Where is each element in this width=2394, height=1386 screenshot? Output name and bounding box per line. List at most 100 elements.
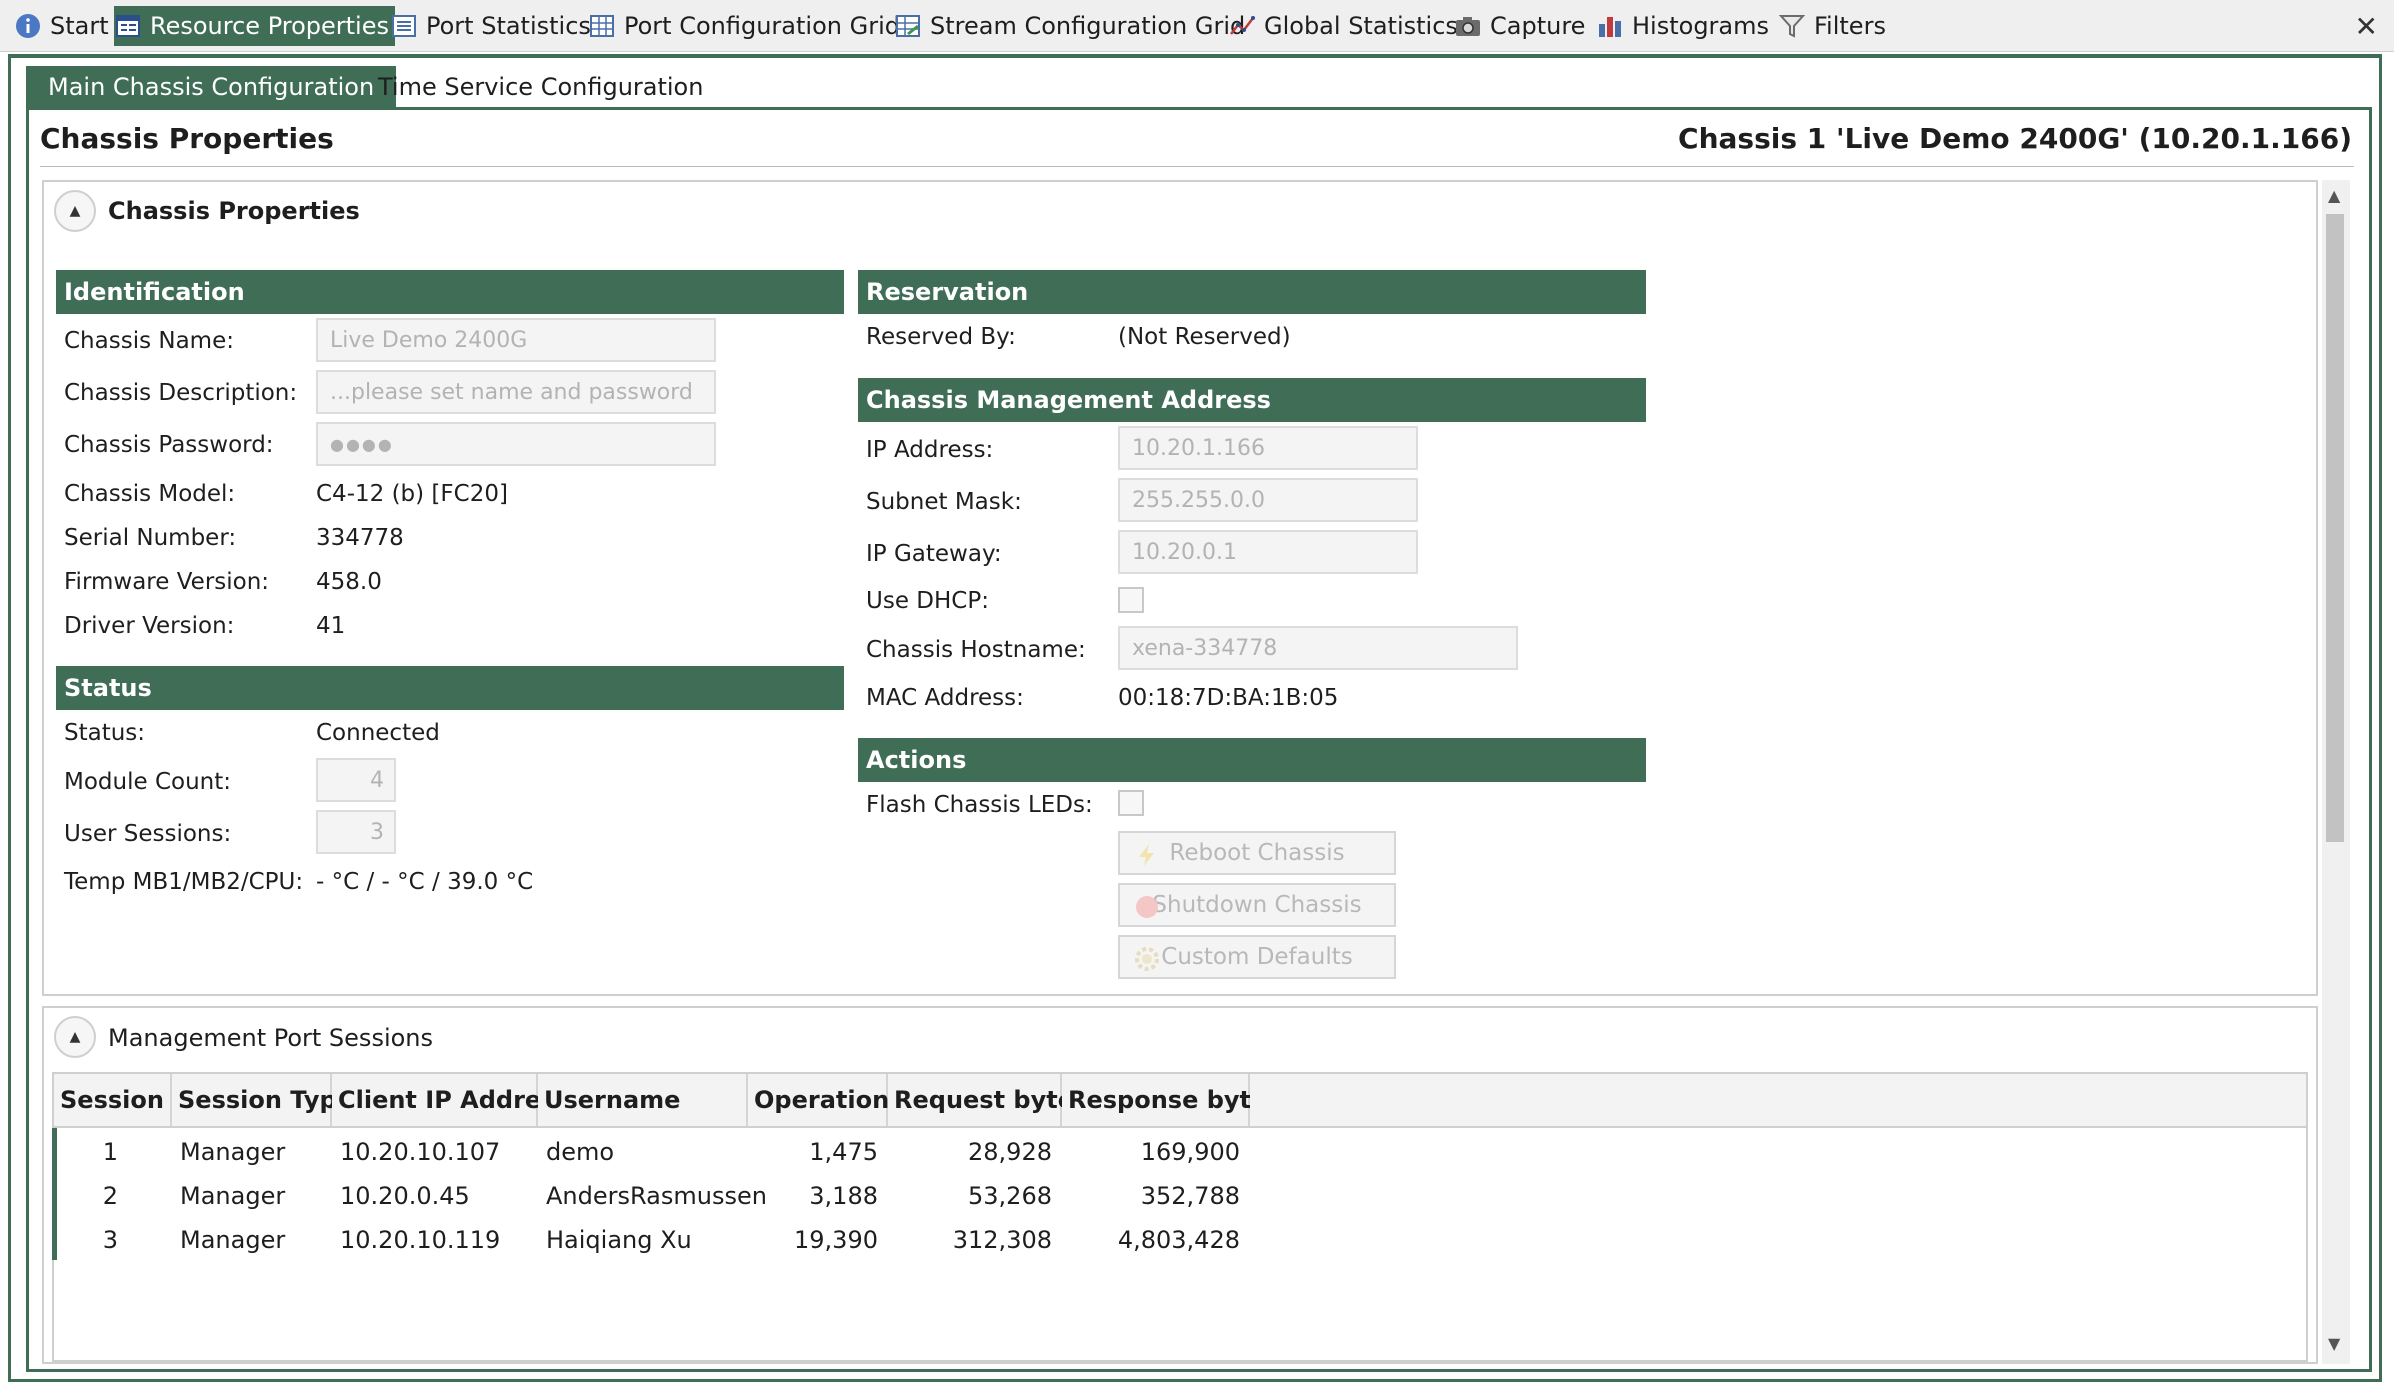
session-type-cell[interactable]: Manager <box>180 1226 285 1254</box>
chassis-description-field[interactable]: ...please set name and password <box>316 370 716 414</box>
tab-filters[interactable]: Filters <box>1778 6 1886 46</box>
tab-time-service-configuration[interactable]: Time Service Configuration <box>356 66 725 108</box>
ip-gateway-field[interactable]: 10.20.0.1 <box>1118 530 1418 574</box>
column-header-username[interactable]: Username <box>538 1074 748 1128</box>
use-dhcp-checkbox[interactable] <box>1118 587 1144 613</box>
temperature-value: - °C / - °C / 39.0 °C <box>316 869 534 895</box>
session-number-cell[interactable]: 2 <box>60 1182 118 1210</box>
properties-icon <box>116 15 140 37</box>
gear-icon <box>1135 947 1159 971</box>
client-ip-cell[interactable]: 10.20.0.45 <box>340 1182 470 1210</box>
info-icon <box>16 14 40 38</box>
column-header-session[interactable]: Session # <box>54 1074 192 1128</box>
chassis-model-label: Chassis Model: <box>64 481 236 507</box>
tab-histograms[interactable]: Histograms <box>1596 6 1769 46</box>
tab-label: Main Chassis Configuration <box>48 73 375 101</box>
scrollbar-thumb[interactable] <box>2326 214 2344 842</box>
tab-stream-configuration-grid[interactable]: Stream Configuration Grid <box>894 6 1245 46</box>
column-header-filler <box>1250 1074 2306 1128</box>
operations-cell[interactable]: 1,475 <box>748 1138 878 1166</box>
subnet-mask-field[interactable]: 255.255.0.0 <box>1118 478 1418 522</box>
session-number-cell[interactable]: 3 <box>60 1226 118 1254</box>
username-cell[interactable]: Haiqiang Xu <box>546 1226 692 1254</box>
tab-main-chassis-configuration[interactable]: Main Chassis Configuration <box>26 66 397 108</box>
tab-global-statistics[interactable]: Global Statistics <box>1228 6 1458 46</box>
use-dhcp-label: Use DHCP: <box>866 588 989 614</box>
reserved-by-label: Reserved By: <box>866 324 1016 350</box>
ip-address-field[interactable]: 10.20.1.166 <box>1118 426 1418 470</box>
tab-port-configuration-grid[interactable]: Port Configuration Grid <box>588 6 900 46</box>
chassis-description-label: Chassis Description: <box>64 380 298 406</box>
divider <box>40 166 2354 167</box>
tab-port-statistics[interactable]: Port Statistics <box>390 6 591 46</box>
funnel-icon <box>1778 15 1806 38</box>
section-header-status: Status <box>56 666 844 710</box>
serial-number-value: 334778 <box>316 525 404 551</box>
button-label: Reboot Chassis <box>1169 840 1345 866</box>
grid-arrow-icon <box>896 15 920 37</box>
tab-label: Stream Configuration Grid <box>930 12 1246 40</box>
ip-address-label: IP Address: <box>866 437 994 463</box>
request-bytes-cell[interactable]: 312,308 <box>888 1226 1052 1254</box>
column-header-request-bytes[interactable]: Request bytes <box>888 1074 1088 1128</box>
column-header-operations[interactable]: Operations <box>748 1074 903 1128</box>
client-ip-cell[interactable]: 10.20.10.119 <box>340 1226 500 1254</box>
operations-cell[interactable]: 19,390 <box>748 1226 878 1254</box>
scroll-up-icon[interactable]: ▲ <box>2328 186 2340 205</box>
row-selection-marker <box>52 1128 57 1260</box>
chassis-name-field[interactable]: Live Demo 2400G <box>316 318 716 362</box>
operations-cell[interactable]: 3,188 <box>748 1182 878 1210</box>
section-header-management-address: Chassis Management Address <box>858 378 1646 422</box>
tab-label: Start <box>50 12 109 40</box>
column-header-response-bytes[interactable]: Response bytes <box>1062 1074 1282 1128</box>
section-header-reservation: Reservation <box>858 270 1646 314</box>
flash-leds-checkbox[interactable] <box>1118 790 1144 816</box>
chassis-password-field[interactable]: ●●●● <box>316 422 716 466</box>
tab-label: Filters <box>1814 12 1886 40</box>
subnet-mask-label: Subnet Mask: <box>866 489 1022 515</box>
user-sessions-field: 3 <box>316 810 396 854</box>
tab-start[interactable]: Start <box>14 6 109 46</box>
firmware-version-value: 458.0 <box>316 569 382 595</box>
group-title: Chassis Properties <box>108 197 360 225</box>
username-cell[interactable]: demo <box>546 1138 614 1166</box>
collapse-sessions-button[interactable]: ▲ <box>54 1016 96 1058</box>
tab-label: Time Service Configuration <box>378 73 704 101</box>
driver-version-label: Driver Version: <box>64 613 235 639</box>
grid-icon <box>590 15 614 37</box>
serial-number-label: Serial Number: <box>64 525 237 551</box>
camera-icon <box>1456 17 1480 36</box>
reserved-by-value: (Not Reserved) <box>1118 324 1291 350</box>
collapse-chassis-properties-button[interactable]: ▲ <box>54 190 96 232</box>
client-ip-cell[interactable]: 10.20.10.107 <box>340 1138 500 1166</box>
chassis-hostname-field[interactable]: xena-334778 <box>1118 626 1518 670</box>
response-bytes-cell[interactable]: 4,803,428 <box>1062 1226 1240 1254</box>
session-number-cell[interactable]: 1 <box>60 1138 118 1166</box>
chassis-model-value: C4-12 (b) [FC20] <box>316 481 508 507</box>
scroll-down-icon[interactable]: ▼ <box>2328 1334 2340 1353</box>
request-bytes-cell[interactable]: 53,268 <box>888 1182 1052 1210</box>
session-type-cell[interactable]: Manager <box>180 1182 285 1210</box>
tab-resource-properties[interactable]: Resource Properties <box>114 6 395 46</box>
mac-address-value: 00:18:7D:BA:1B:05 <box>1118 685 1339 711</box>
chassis-identifier: Chassis 1 'Live Demo 2400G' (10.20.1.166… <box>1678 122 2352 155</box>
column-header-session-type[interactable]: Session Type <box>172 1074 353 1128</box>
close-icon[interactable]: ✕ <box>2355 10 2378 43</box>
tab-capture[interactable]: Capture <box>1454 6 1585 46</box>
column-header-client-ip[interactable]: Client IP Address <box>332 1074 570 1128</box>
firmware-version-label: Firmware Version: <box>64 569 270 595</box>
ip-gateway-label: IP Gateway: <box>866 541 1002 567</box>
custom-defaults-button[interactable]: Custom Defaults <box>1118 935 1396 979</box>
session-type-cell[interactable]: Manager <box>180 1138 285 1166</box>
response-bytes-cell[interactable]: 169,900 <box>1062 1138 1240 1166</box>
tab-label: Capture <box>1490 12 1586 40</box>
document-tab-strip: Start Resource Properties Port Statistic… <box>0 0 2394 52</box>
shutdown-chassis-button[interactable]: Shutdown Chassis <box>1118 883 1396 927</box>
username-cell[interactable]: AndersRasmussen <box>546 1182 767 1210</box>
request-bytes-cell[interactable]: 28,928 <box>888 1138 1052 1166</box>
line-chart-icon <box>1230 16 1255 35</box>
chevron-up-icon: ▲ <box>69 203 81 219</box>
response-bytes-cell[interactable]: 352,788 <box>1062 1182 1240 1210</box>
lightning-icon <box>1139 844 1154 866</box>
reboot-chassis-button[interactable]: Reboot Chassis <box>1118 831 1396 875</box>
